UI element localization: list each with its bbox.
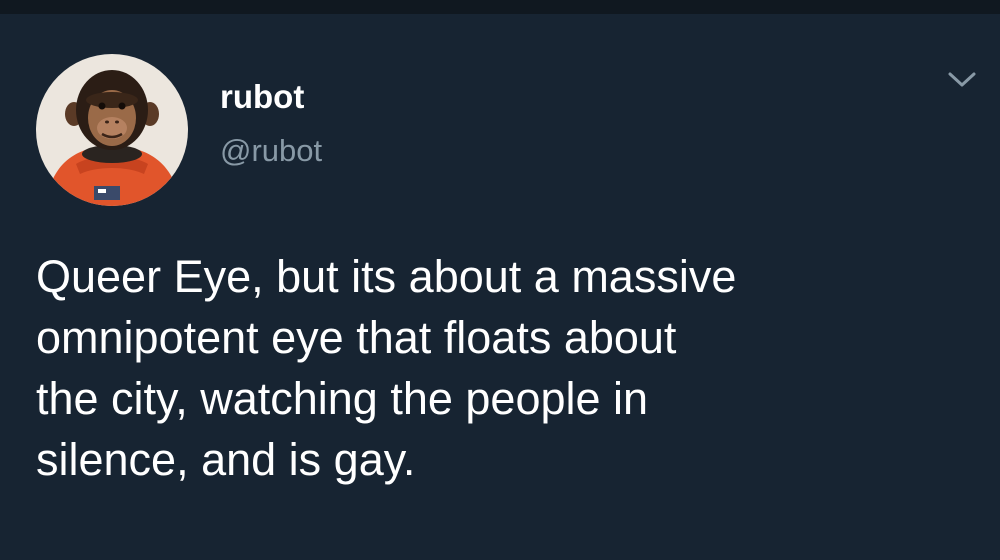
avatar[interactable] — [36, 54, 188, 206]
top-bar — [0, 0, 1000, 14]
tweet-card: rubot @rubot Queer Eye, but its about a … — [0, 14, 1000, 560]
chevron-down-icon — [948, 72, 976, 87]
tweet-text: Queer Eye, but its about a massive omnip… — [36, 246, 986, 490]
author-handle[interactable]: @rubot — [220, 133, 322, 169]
tweet-text-line: the city, watching the people in — [36, 373, 649, 424]
tweet-menu-button[interactable] — [940, 62, 984, 96]
chimpanzee-astronaut-avatar — [36, 54, 188, 206]
tweet-text-line: omnipotent eye that floats about — [36, 312, 677, 363]
tweet-text-line: Queer Eye, but its about a massive — [36, 251, 737, 302]
tweet-text-line: silence, and is gay. — [36, 434, 416, 485]
author-display-name[interactable]: rubot — [220, 78, 304, 116]
